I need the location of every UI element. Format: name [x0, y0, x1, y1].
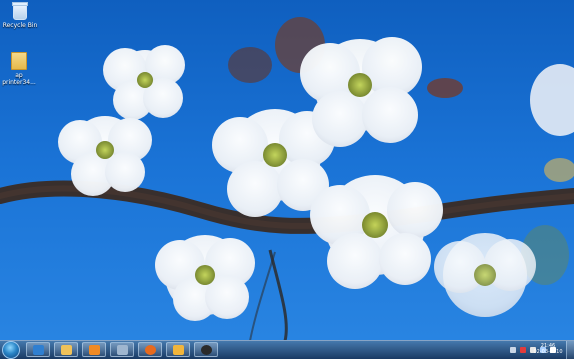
taskbar-outlook-button[interactable] — [166, 342, 190, 357]
network-icon — [116, 344, 128, 355]
media-player-icon — [88, 344, 100, 355]
taskbar-firefox-button[interactable] — [138, 342, 162, 357]
taskbar-internet-explorer-button[interactable] — [26, 342, 50, 357]
folder-icon — [11, 52, 27, 70]
tray-red-icon[interactable] — [520, 347, 526, 353]
tray-up-arrow-icon[interactable] — [510, 347, 516, 353]
firefox-icon — [144, 344, 156, 355]
outlook-icon — [172, 344, 184, 355]
desktop-icon-recycle-bin[interactable]: Recycle Bin — [1, 2, 39, 29]
clock-date: 02-03-2010 — [533, 349, 563, 355]
app-owl-icon — [200, 344, 212, 355]
desktop-wallpaper: Recycle Bin ap printer34... — [0, 0, 574, 341]
explorer-icon — [60, 344, 72, 355]
desktop-icon-folder[interactable]: ap printer34... — [0, 52, 38, 86]
internet-explorer-icon — [32, 344, 44, 355]
clock[interactable]: 21:46 02-03-2010 — [530, 343, 566, 355]
show-desktop-button[interactable] — [566, 341, 574, 359]
taskbar: 21:46 02-03-2010 — [0, 340, 574, 359]
recycle-bin-icon — [12, 2, 28, 20]
start-button[interactable] — [2, 341, 20, 359]
taskbar-media-player-button[interactable] — [82, 342, 106, 357]
desktop-icon-label: Recycle Bin — [2, 22, 38, 29]
taskbar-network-button[interactable] — [110, 342, 134, 357]
desktop-icon-label: ap printer34... — [2, 72, 36, 86]
taskbar-explorer-button[interactable] — [54, 342, 78, 357]
taskbar-app-owl-button[interactable] — [194, 342, 218, 357]
cherry-blossom-wallpaper — [0, 17, 574, 341]
